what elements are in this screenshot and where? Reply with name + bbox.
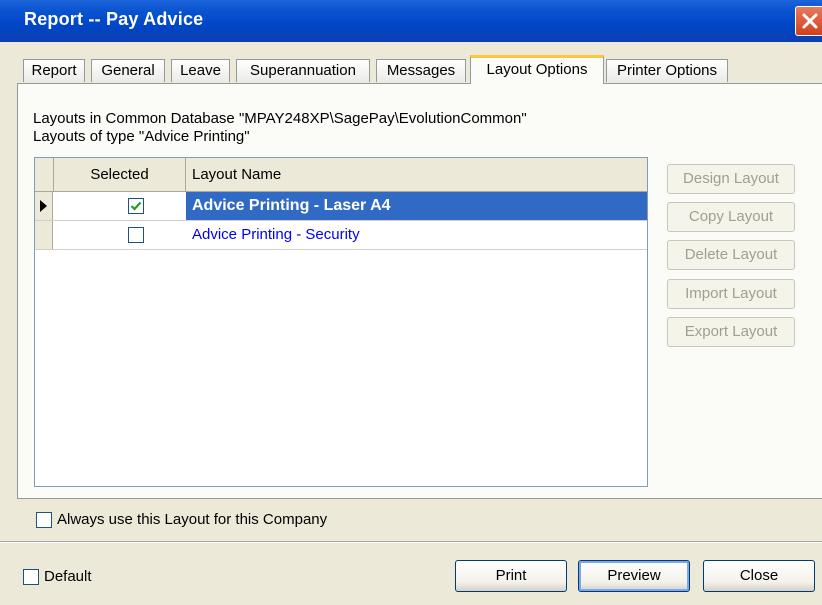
grid-header: Selected Layout Name (35, 158, 647, 192)
selected-checkbox[interactable] (128, 198, 144, 214)
header-layout-name[interactable]: Layout Name (186, 158, 647, 191)
close-icon (802, 13, 818, 29)
layouts-grid[interactable]: Selected Layout Name Advice Printing - L… (34, 157, 648, 487)
header-indicator-cell (35, 158, 54, 191)
tab-superannuation[interactable]: Superannuation (236, 59, 370, 82)
tab-layout-options[interactable]: Layout Options (470, 55, 604, 84)
footer-separator (0, 541, 822, 543)
close-button[interactable]: Close (703, 560, 815, 592)
table-row[interactable]: Advice Printing - Security (35, 221, 647, 250)
tab-report[interactable]: Report (23, 59, 85, 82)
selected-checkbox[interactable] (128, 227, 144, 243)
selected-cell (54, 221, 205, 249)
export-layout-button[interactable]: Export Layout (667, 317, 795, 347)
print-button[interactable]: Print (455, 560, 567, 592)
layout-type-info: Layouts of type "Advice Printing" (33, 128, 250, 145)
default-checkbox[interactable] (23, 569, 39, 585)
table-row[interactable]: Advice Printing - Laser A4 (35, 192, 647, 221)
preview-button[interactable]: Preview (578, 560, 690, 592)
tab-messages[interactable]: Messages (376, 59, 466, 82)
row-pointer-icon (40, 200, 47, 212)
close-window-button[interactable] (795, 6, 822, 36)
window-title: Report -- Pay Advice (24, 9, 204, 29)
import-layout-button[interactable]: Import Layout (667, 279, 795, 309)
header-selected[interactable]: Selected (54, 158, 186, 191)
default-label: Default (44, 568, 92, 585)
always-use-checkbox[interactable] (36, 512, 52, 528)
copy-layout-button[interactable]: Copy Layout (667, 202, 795, 232)
title-bar: Report -- Pay Advice (0, 0, 822, 42)
row-indicator (35, 192, 53, 220)
row-indicator (35, 221, 53, 249)
always-use-label: Always use this Layout for this Company (57, 511, 328, 528)
tab-general[interactable]: General (91, 59, 165, 82)
database-info: Layouts in Common Database "MPAY248XP\Sa… (33, 110, 527, 127)
tab-leave[interactable]: Leave (171, 59, 230, 82)
design-layout-button[interactable]: Design Layout (667, 164, 795, 194)
layout-name-cell: Advice Printing - Security (192, 226, 360, 243)
layout-name-cell: Advice Printing - Laser A4 (186, 192, 647, 220)
check-icon (130, 201, 142, 211)
selected-cell (54, 192, 205, 220)
tab-printer-options[interactable]: Printer Options (606, 59, 728, 82)
delete-layout-button[interactable]: Delete Layout (667, 240, 795, 270)
